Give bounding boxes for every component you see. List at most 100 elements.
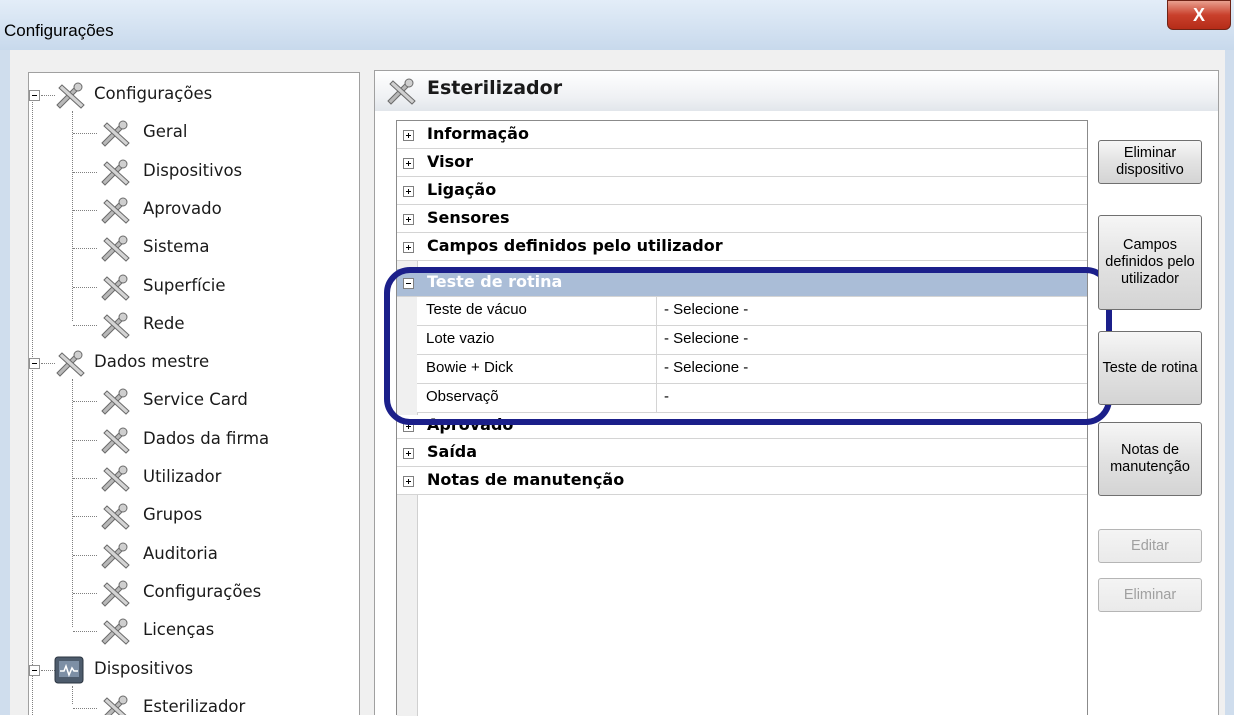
tree-item[interactable]: Rede: [29, 311, 359, 347]
expand-icon[interactable]: [403, 214, 414, 225]
maintenance-notes-button[interactable]: Notas de manutenção: [1098, 422, 1202, 496]
tree-item[interactable]: Utilizador: [29, 464, 359, 500]
title-bar: Configurações X: [0, 0, 1234, 50]
close-button[interactable]: X: [1167, 0, 1231, 30]
category-label: Visor: [427, 152, 473, 171]
category-label: Teste de rotina: [427, 272, 563, 291]
tree-connector: [73, 631, 97, 633]
tree-item[interactable]: Dispositivos: [29, 656, 359, 692]
category-aprovado[interactable]: Aprovado: [397, 415, 1087, 439]
expand-icon[interactable]: [403, 186, 414, 197]
expand-icon[interactable]: [403, 476, 414, 487]
delete-button[interactable]: Eliminar: [1098, 578, 1202, 612]
tree-item[interactable]: Grupos: [29, 502, 359, 538]
property-value[interactable]: - Selecione -: [664, 301, 748, 318]
tree-connector: [73, 209, 97, 211]
tree-connector: [41, 363, 55, 365]
property-value[interactable]: - Selecione -: [664, 359, 748, 376]
tree-item[interactable]: Aprovado: [29, 196, 359, 232]
tree-item-label: Rede: [143, 313, 185, 333]
tree-connector: [73, 707, 97, 709]
property-row[interactable]: Teste de vácuo - Selecione -: [417, 297, 1087, 326]
tree-item[interactable]: Auditoria: [29, 541, 359, 577]
property-grid[interactable]: Informação Visor Ligação Sensores Campos…: [396, 120, 1088, 716]
category-teste-de-rotina[interactable]: Teste de rotina: [397, 269, 1087, 297]
collapse-icon[interactable]: [29, 90, 40, 101]
collapse-icon[interactable]: [403, 278, 414, 289]
tree-item[interactable]: Geral: [29, 119, 359, 155]
expand-icon[interactable]: [403, 130, 414, 141]
category-label: Campos definidos pelo utilizador: [427, 236, 723, 255]
tree-item-label: Esterilizador: [143, 696, 246, 715]
property-name: Bowie + Dick: [417, 355, 657, 383]
tree-connector: [73, 324, 97, 326]
tree-connector: [73, 248, 97, 250]
tree-item[interactable]: Licenças: [29, 617, 359, 653]
delete-device-button[interactable]: Eliminar dispositivo: [1098, 140, 1202, 184]
category-label: Notas de manutenção: [427, 470, 625, 489]
tree-connector: [73, 592, 97, 594]
close-icon: X: [1192, 5, 1205, 25]
tree-connector: [73, 516, 97, 518]
settings-tree[interactable]: Configurações Geral Dispositivos Aprovado Si…: [28, 72, 360, 715]
tree-item-label: Aprovado: [143, 198, 222, 218]
tree-connector: [73, 478, 97, 479]
window-title: Configurações: [4, 21, 114, 40]
tree-item[interactable]: Superfície: [29, 273, 359, 309]
tree-item-label: Dispositivos: [94, 658, 194, 678]
tree-item-label: Sistema: [143, 237, 210, 257]
expand-icon[interactable]: [403, 242, 414, 253]
tools-icon: [99, 158, 133, 186]
tree-item-label: Auditoria: [143, 543, 218, 563]
tools-icon: [54, 81, 88, 109]
collapse-icon[interactable]: [29, 664, 40, 676]
tools-icon: [99, 464, 133, 492]
category-saida[interactable]: Saída: [397, 439, 1087, 467]
property-row[interactable]: Bowie + Dick - Selecione -: [417, 355, 1087, 384]
category-informacao[interactable]: Informação: [397, 121, 1087, 149]
property-value[interactable]: -: [664, 388, 669, 405]
routine-test-button[interactable]: Teste de rotina: [1098, 331, 1202, 405]
tree-item-label: Dados da firma: [143, 428, 270, 448]
user-fields-button[interactable]: Campos definidos pelo utilizador: [1098, 215, 1202, 310]
tree-item-label: Dispositivos: [143, 160, 243, 180]
category-notas-de-manutencao[interactable]: Notas de manutenção: [397, 467, 1087, 495]
tree-item-label: Geral: [143, 122, 188, 142]
category-ligacao[interactable]: Ligação: [397, 177, 1087, 205]
tree-item[interactable]: Sistema: [29, 234, 359, 270]
tools-icon: [99, 119, 133, 148]
tree-item[interactable]: Dados mestre: [29, 349, 359, 385]
expand-icon[interactable]: [403, 158, 414, 169]
tree-connector: [41, 95, 55, 96]
tree-connector: [73, 401, 97, 403]
property-row[interactable]: Observaçõ -: [417, 384, 1087, 413]
category-visor[interactable]: Visor: [397, 149, 1087, 177]
expand-icon[interactable]: [403, 421, 414, 432]
tree-item[interactable]: Configurações: [29, 81, 359, 117]
tree-item[interactable]: Dispositivos: [29, 158, 359, 194]
tools-icon: [99, 617, 133, 645]
tree-item[interactable]: Service Card: [29, 387, 359, 423]
category-label: Ligação: [427, 180, 497, 199]
tree-item[interactable]: Configurações: [29, 579, 359, 615]
tree-item-label: Licenças: [143, 620, 215, 640]
tree-item[interactable]: Dados da firma: [29, 426, 359, 462]
tree-item-label: Dados mestre: [94, 352, 210, 372]
tools-icon: [99, 579, 133, 607]
tree-item-label: Utilizador: [143, 467, 222, 486]
panel-title: Esterilizador: [427, 77, 563, 99]
edit-button[interactable]: Editar: [1098, 529, 1202, 563]
category-campos-definidos[interactable]: Campos definidos pelo utilizador: [397, 233, 1087, 261]
collapse-icon[interactable]: [29, 358, 40, 370]
property-row[interactable]: Lote vazio - Selecione -: [417, 326, 1087, 355]
category-sensores[interactable]: Sensores: [397, 205, 1087, 233]
property-name: Teste de vácuo: [417, 297, 657, 325]
category-label: Aprovado: [427, 415, 514, 434]
property-value[interactable]: - Selecione -: [664, 330, 748, 347]
property-name: Observaçõ: [417, 384, 657, 412]
expand-icon[interactable]: [403, 448, 414, 459]
tools-icon: [99, 196, 133, 224]
settings-window: Configurações X Configurações Geral Dispos…: [0, 0, 1234, 716]
tree-item[interactable]: Esterilizador: [29, 694, 359, 715]
tree-connector: [73, 439, 97, 441]
